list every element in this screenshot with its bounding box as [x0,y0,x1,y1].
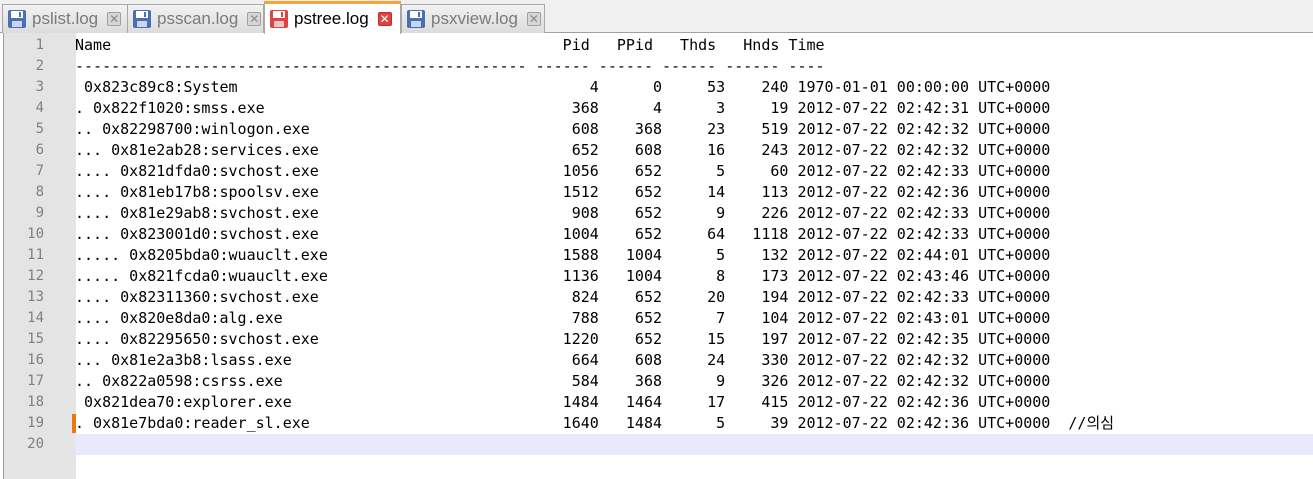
line-number: 6 [35,142,44,158]
floppy-unsaved-icon [270,10,288,28]
tab-psxview[interactable]: psxview.log ✕ [401,4,545,33]
line-number: 14 [27,310,44,326]
code-line[interactable]: ..... 0x8205bda0:wuauclt.exe 1588 1004 5… [75,245,1050,266]
code-line[interactable]: .... 0x81eb17b8:spoolsv.exe 1512 652 14 … [75,182,1050,203]
close-icon[interactable]: ✕ [107,12,122,26]
line-number-gutter: 1 2 3 4 5 6 7 8 9 10 11 12 13 14 15 16 17 18 19 20 [3,33,76,479]
line-number: 4 [35,100,44,116]
code-line[interactable]: .... 0x81e29ab8:svchost.exe 908 652 9 22… [75,203,1050,224]
tab-title: pslist.log [32,9,99,28]
tab-psscan[interactable]: psscan.log ✕ [127,4,264,33]
tab-pslist[interactable]: pslist.log ✕ [2,4,128,33]
current-line-highlight [75,434,1313,455]
floppy-save-icon [8,10,26,28]
tab-pstree[interactable]: pstree.log ✕ [264,1,401,34]
code-line[interactable]: .... 0x821dfda0:svchost.exe 1056 652 5 6… [75,161,1050,182]
line-number: 2 [35,58,44,74]
line-number: 8 [35,184,44,200]
code-line[interactable]: .. 0x822a0598:csrss.exe 584 368 9 326 20… [75,371,1050,392]
code-line[interactable]: .... 0x82295650:svchost.exe 1220 652 15 … [75,329,1050,350]
floppy-save-icon [133,10,151,28]
tab-bar: pslist.log ✕ psscan.log ✕ pstree.log ✕ p… [0,0,1313,34]
line-number: 1 [35,37,44,53]
line-number: 12 [27,268,44,284]
code-line[interactable]: ..... 0x821fcda0:wuauclt.exe 1136 1004 8… [75,266,1050,287]
line-number: 16 [27,352,44,368]
line-number: 5 [35,121,44,137]
line-number: 18 [27,394,44,410]
line-number: 15 [27,331,44,347]
line-number: 3 [35,79,44,95]
code-line[interactable]: . 0x822f1020:smss.exe 368 4 3 19 2012-07… [75,98,1050,119]
tab-title: pstree.log [294,9,369,28]
line-number: 17 [27,373,44,389]
line-number: 20 [27,436,44,452]
code-line[interactable]: ... 0x81e2a3b8:lsass.exe 664 608 24 330 … [75,350,1050,371]
text-editor[interactable]: 1 2 3 4 5 6 7 8 9 10 11 12 13 14 15 16 17 18 19 20 Name Pid… [0,33,1313,479]
line-number: 19 [27,415,44,431]
code-line[interactable]: . 0x81e7bda0:reader_sl.exe 1640 1484 5 3… [75,413,1114,434]
line-number: 7 [35,163,44,179]
tab-title: psxview.log [431,9,518,28]
code-line[interactable]: .... 0x82311360:svchost.exe 824 652 20 1… [75,287,1050,308]
close-icon[interactable]: ✕ [247,12,262,26]
code-line[interactable]: Name Pid PPid Thds Hnds Time [75,35,825,56]
line-number: 9 [35,205,44,221]
code-line[interactable]: 0x823c89c8:System 4 0 53 240 1970-01-01 … [75,77,1050,98]
code-line[interactable]: .. 0x82298700:winlogon.exe 608 368 23 51… [75,119,1050,140]
tab-title: psscan.log [157,9,239,28]
code-line[interactable]: 0x821dea70:explorer.exe 1484 1464 17 415… [75,392,1050,413]
floppy-save-icon [407,10,425,28]
code-line[interactable]: .... 0x823001d0:svchost.exe 1004 652 64 … [75,224,1050,245]
line-number: 10 [27,226,44,242]
close-icon[interactable]: ✕ [377,12,392,26]
code-line[interactable]: ----------------------------------------… [75,56,825,77]
close-icon[interactable]: ✕ [526,12,541,26]
line-number: 13 [27,289,44,305]
code-line[interactable]: .... 0x820e8da0:alg.exe 788 652 7 104 20… [75,308,1050,329]
code-line[interactable]: ... 0x81e2ab28:services.exe 652 608 16 2… [75,140,1050,161]
line-number: 11 [27,247,44,263]
